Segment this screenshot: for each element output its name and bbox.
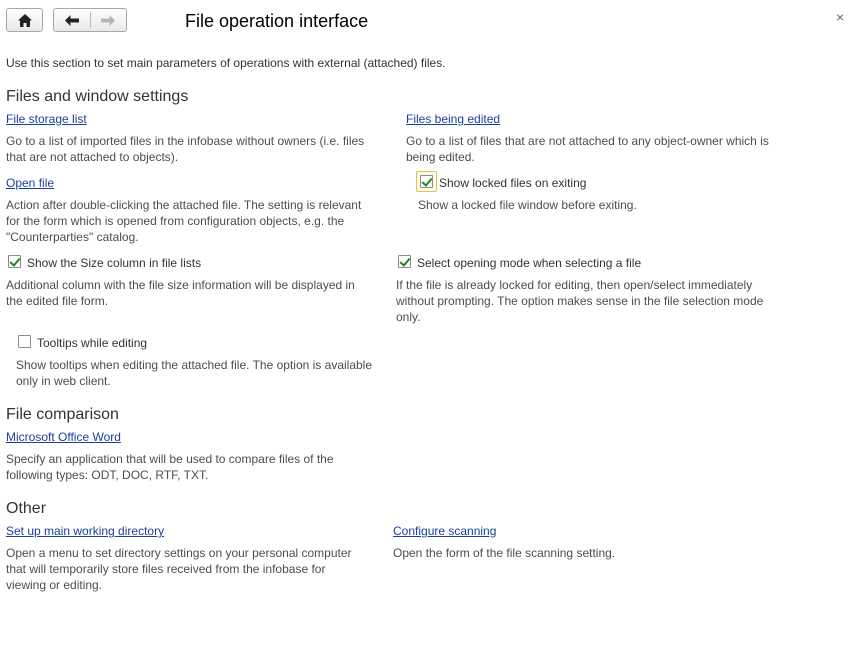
show-locked-files-label[interactable]: Show locked files on exiting bbox=[439, 175, 586, 191]
size-column-label[interactable]: Show the Size column in file lists bbox=[27, 255, 201, 271]
opening-mode-checkbox[interactable] bbox=[398, 255, 411, 268]
home-icon bbox=[17, 13, 32, 27]
history-navigation bbox=[53, 8, 127, 32]
configure-scanning-desc: Open the form of the file scanning setti… bbox=[393, 546, 616, 560]
configure-scanning-link[interactable]: Configure scanning bbox=[393, 523, 496, 539]
working-directory-link[interactable]: Set up main working directory bbox=[6, 523, 164, 539]
files-being-edited-desc: Go to a list of files that are not attac… bbox=[406, 134, 769, 164]
open-file-desc: Action after double-clicking the attache… bbox=[6, 198, 362, 244]
intro-text: Use this section to set main parameters … bbox=[6, 56, 446, 70]
forward-button[interactable] bbox=[90, 14, 126, 26]
section-heading-comparison: File comparison bbox=[6, 406, 119, 423]
file-storage-list-link[interactable]: File storage list bbox=[6, 111, 87, 127]
show-locked-files-desc: Show a locked file window before exiting… bbox=[418, 198, 637, 212]
open-file-link[interactable]: Open file bbox=[6, 175, 54, 191]
page-title: File operation interface bbox=[185, 11, 369, 31]
tooltips-editing-desc: Show tooltips when editing the attached … bbox=[16, 358, 373, 388]
arrow-right-icon bbox=[101, 14, 116, 26]
opening-mode-desc: If the file is already locked for editin… bbox=[396, 278, 764, 324]
tooltips-editing-checkbox[interactable] bbox=[18, 335, 31, 348]
back-button[interactable] bbox=[54, 14, 90, 26]
microsoft-word-desc: Specify an application that will be used… bbox=[6, 452, 334, 482]
tooltips-editing-label[interactable]: Tooltips while editing bbox=[37, 335, 147, 351]
working-directory-desc: Open a menu to set directory settings on… bbox=[6, 546, 352, 592]
section-heading-other: Other bbox=[6, 500, 47, 517]
arrow-left-icon bbox=[64, 14, 79, 26]
show-locked-files-checkbox[interactable] bbox=[420, 175, 433, 188]
close-icon[interactable]: × bbox=[836, 9, 844, 25]
size-column-desc: Additional column with the file size inf… bbox=[6, 278, 355, 308]
file-storage-list-desc: Go to a list of imported files in the in… bbox=[6, 134, 365, 164]
opening-mode-label[interactable]: Select opening mode when selecting a fil… bbox=[417, 255, 641, 271]
section-heading-files: Files and window settings bbox=[6, 88, 189, 105]
size-column-checkbox[interactable] bbox=[8, 255, 21, 268]
microsoft-word-link[interactable]: Microsoft Office Word bbox=[6, 429, 121, 445]
home-button[interactable] bbox=[6, 8, 43, 32]
files-being-edited-link[interactable]: Files being edited bbox=[406, 111, 500, 127]
